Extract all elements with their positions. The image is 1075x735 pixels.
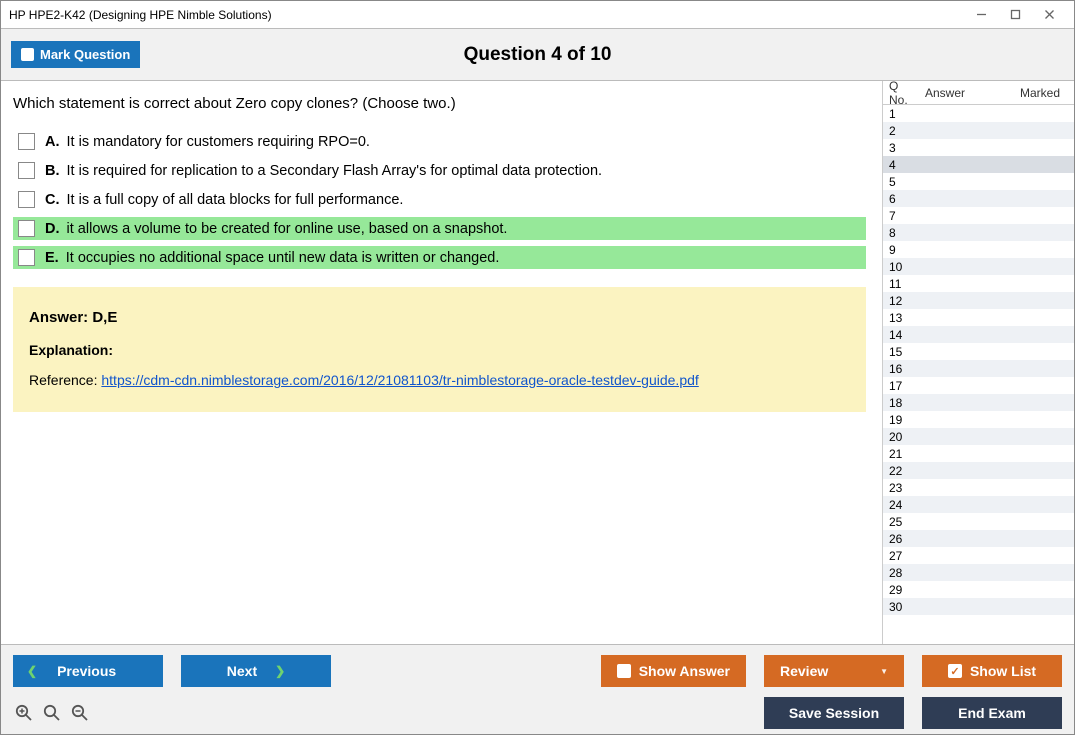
question-row-29[interactable]: 29 — [883, 581, 1074, 598]
question-list-header: Q No. Answer Marked — [883, 81, 1074, 105]
checkmark-icon: ✓ — [948, 664, 962, 678]
option-text: C. It is a full copy of all data blocks … — [45, 192, 403, 208]
maximize-button[interactable] — [998, 4, 1032, 26]
question-row-15[interactable]: 15 — [883, 343, 1074, 360]
end-exam-button[interactable]: End Exam — [922, 697, 1062, 729]
show-answer-label: Show Answer — [639, 663, 730, 679]
checkbox-icon — [21, 48, 34, 61]
zoom-reset-button[interactable] — [41, 702, 63, 724]
option-checkbox[interactable] — [18, 191, 35, 208]
question-row-7[interactable]: 7 — [883, 207, 1074, 224]
close-button[interactable] — [1032, 4, 1066, 26]
question-row-1[interactable]: 1 — [883, 105, 1074, 122]
reference-link[interactable]: https://cdm-cdn.nimblestorage.com/2016/1… — [101, 372, 698, 388]
option-C[interactable]: C. It is a full copy of all data blocks … — [13, 188, 866, 211]
question-row-6[interactable]: 6 — [883, 190, 1074, 207]
header-bar: Mark Question Question 4 of 10 — [1, 29, 1074, 81]
question-row-22[interactable]: 22 — [883, 462, 1074, 479]
mark-question-label: Mark Question — [40, 47, 130, 62]
question-row-13[interactable]: 13 — [883, 309, 1074, 326]
zoom-out-button[interactable] — [69, 702, 91, 724]
question-counter: Question 4 of 10 — [1, 44, 1074, 66]
question-row-11[interactable]: 11 — [883, 275, 1074, 292]
option-E[interactable]: E. It occupies no additional space until… — [13, 246, 866, 269]
question-row-21[interactable]: 21 — [883, 445, 1074, 462]
question-row-30[interactable]: 30 — [883, 598, 1074, 615]
question-row-18[interactable]: 18 — [883, 394, 1074, 411]
mark-question-button[interactable]: Mark Question — [11, 41, 140, 68]
option-text: E. It occupies no additional space until… — [45, 250, 499, 266]
titlebar: HP HPE2-K42 (Designing HPE Nimble Soluti… — [1, 1, 1074, 29]
footer: ❮ Previous Next ❯ Show Answer Review ▼ ✓… — [1, 644, 1074, 734]
option-text: A. It is mandatory for customers requiri… — [45, 134, 370, 150]
question-row-5[interactable]: 5 — [883, 173, 1074, 190]
question-list-panel: Q No. Answer Marked 12345678910111213141… — [882, 81, 1074, 644]
save-session-label: Save Session — [789, 705, 879, 721]
question-row-19[interactable]: 19 — [883, 411, 1074, 428]
reference-line: Reference: https://cdm-cdn.nimblestorage… — [29, 372, 850, 388]
question-row-9[interactable]: 9 — [883, 241, 1074, 258]
question-row-2[interactable]: 2 — [883, 122, 1074, 139]
question-panel: Which statement is correct about Zero co… — [1, 81, 882, 644]
option-text: D. it allows a volume to be created for … — [45, 221, 507, 237]
question-row-24[interactable]: 24 — [883, 496, 1074, 513]
checkbox-icon — [617, 664, 631, 678]
question-row-28[interactable]: 28 — [883, 564, 1074, 581]
save-session-button[interactable]: Save Session — [764, 697, 904, 729]
question-row-27[interactable]: 27 — [883, 547, 1074, 564]
question-row-12[interactable]: 12 — [883, 292, 1074, 309]
chevron-down-icon: ▼ — [880, 667, 888, 676]
option-text: B. It is required for replication to a S… — [45, 163, 602, 179]
question-list[interactable]: 1234567891011121314151617181920212223242… — [883, 105, 1074, 644]
question-row-4[interactable]: 4 — [883, 156, 1074, 173]
col-qno: Q No. — [883, 79, 919, 107]
show-list-button[interactable]: ✓ Show List — [922, 655, 1062, 687]
question-row-17[interactable]: 17 — [883, 377, 1074, 394]
option-B[interactable]: B. It is required for replication to a S… — [13, 159, 866, 182]
option-checkbox[interactable] — [18, 249, 35, 266]
show-answer-button[interactable]: Show Answer — [601, 655, 746, 687]
question-row-16[interactable]: 16 — [883, 360, 1074, 377]
option-checkbox[interactable] — [18, 162, 35, 179]
option-checkbox[interactable] — [18, 133, 35, 150]
question-text: Which statement is correct about Zero co… — [13, 95, 866, 112]
chevron-right-icon: ❯ — [275, 664, 285, 678]
question-row-20[interactable]: 20 — [883, 428, 1074, 445]
col-answer: Answer — [919, 86, 979, 100]
option-checkbox[interactable] — [18, 220, 35, 237]
question-row-25[interactable]: 25 — [883, 513, 1074, 530]
review-dropdown[interactable]: Review ▼ — [764, 655, 904, 687]
body: Which statement is correct about Zero co… — [1, 81, 1074, 644]
question-row-3[interactable]: 3 — [883, 139, 1074, 156]
end-exam-label: End Exam — [958, 705, 1026, 721]
reference-prefix: Reference: — [29, 372, 101, 388]
option-A[interactable]: A. It is mandatory for customers requiri… — [13, 130, 866, 153]
zoom-in-button[interactable] — [13, 702, 35, 724]
answer-box: Answer: D,E Explanation: Reference: http… — [13, 287, 866, 412]
next-button[interactable]: Next ❯ — [181, 655, 331, 687]
minimize-button[interactable] — [964, 4, 998, 26]
question-row-26[interactable]: 26 — [883, 530, 1074, 547]
answer-line: Answer: D,E — [29, 309, 850, 326]
previous-button[interactable]: ❮ Previous — [13, 655, 163, 687]
question-row-23[interactable]: 23 — [883, 479, 1074, 496]
col-marked: Marked — [979, 86, 1074, 100]
chevron-left-icon: ❮ — [27, 664, 37, 678]
question-row-14[interactable]: 14 — [883, 326, 1074, 343]
explanation-label: Explanation: — [29, 342, 850, 358]
review-label: Review — [780, 663, 828, 679]
question-row-8[interactable]: 8 — [883, 224, 1074, 241]
previous-label: Previous — [57, 663, 116, 679]
show-list-label: Show List — [970, 663, 1036, 679]
next-label: Next — [227, 663, 257, 679]
question-row-10[interactable]: 10 — [883, 258, 1074, 275]
window-title: HP HPE2-K42 (Designing HPE Nimble Soluti… — [9, 8, 964, 22]
option-D[interactable]: D. it allows a volume to be created for … — [13, 217, 866, 240]
